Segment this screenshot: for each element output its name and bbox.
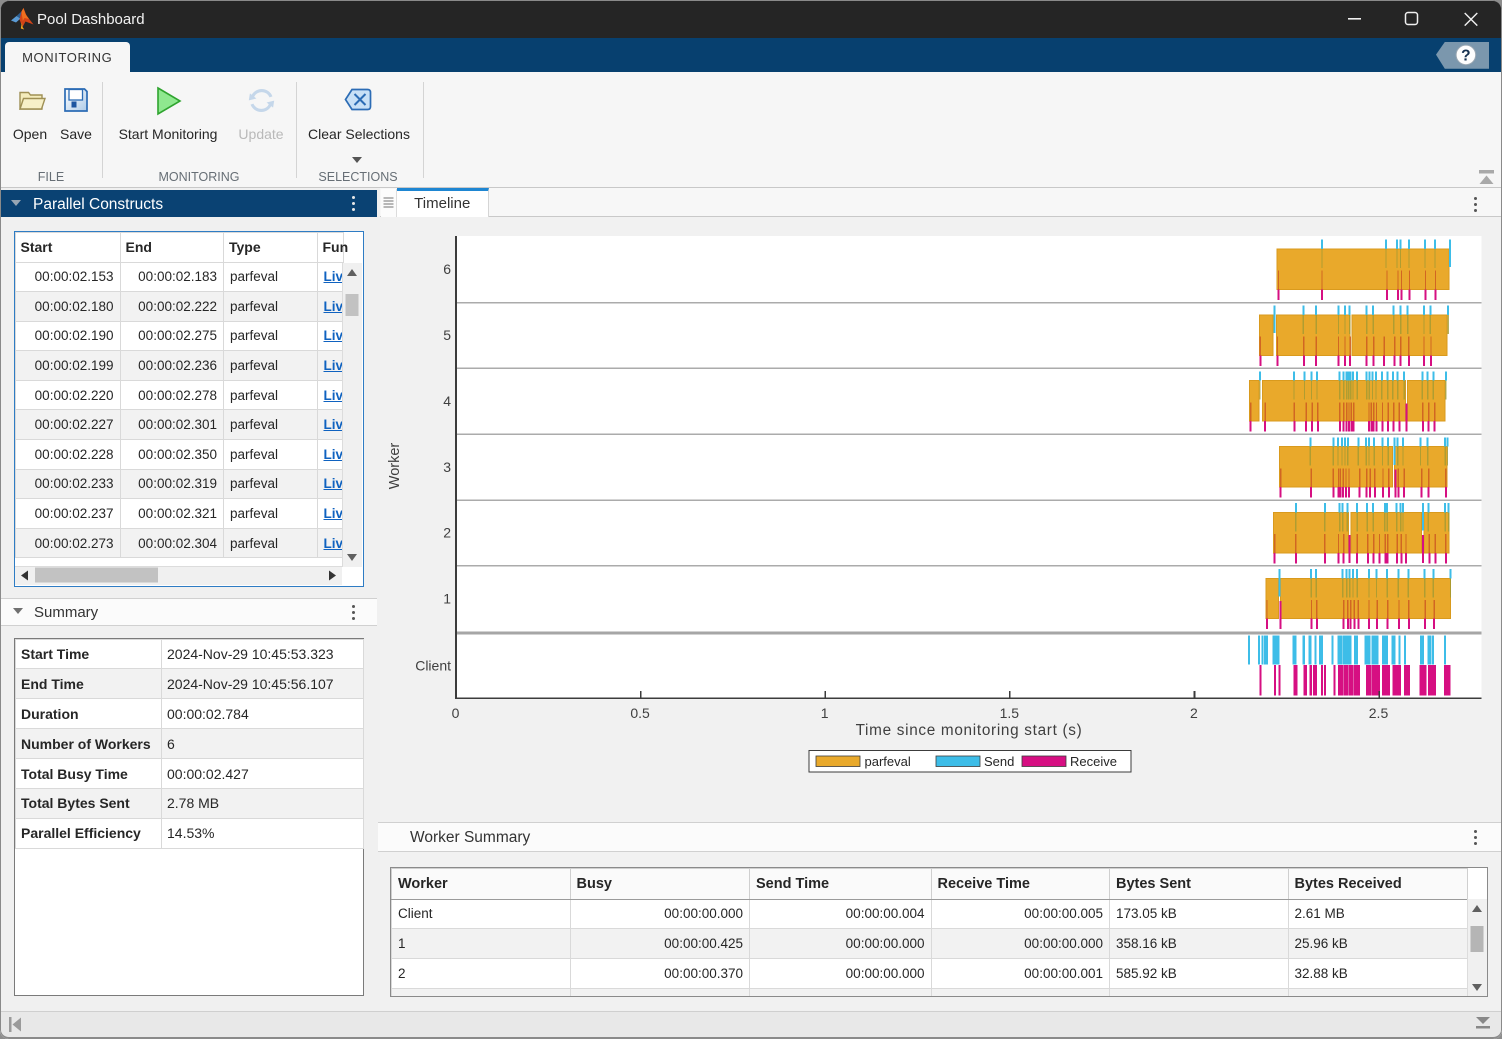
svg-text:2: 2 [443,525,451,541]
svg-text:2: 2 [1190,705,1198,721]
svg-text:4: 4 [443,393,451,409]
svg-text:0: 0 [452,705,460,721]
svg-text:6: 6 [443,261,451,277]
svg-text:2.5: 2.5 [1369,705,1389,721]
svg-text:Worker: Worker [387,443,403,490]
svg-text:3: 3 [443,459,451,475]
svg-text:1.5: 1.5 [1000,705,1020,721]
svg-text:5: 5 [443,327,451,343]
svg-text:0.5: 0.5 [630,705,650,721]
svg-text:Client: Client [415,658,451,674]
svg-text:Time since monitoring start (s: Time since monitoring start (s) [856,722,1083,739]
svg-text:Receive: Receive [1070,754,1117,769]
svg-text:?: ? [1461,47,1470,64]
svg-text:parfeval: parfeval [865,754,911,769]
svg-text:Send: Send [984,754,1014,769]
svg-text:1: 1 [821,705,829,721]
svg-text:1: 1 [443,591,451,607]
